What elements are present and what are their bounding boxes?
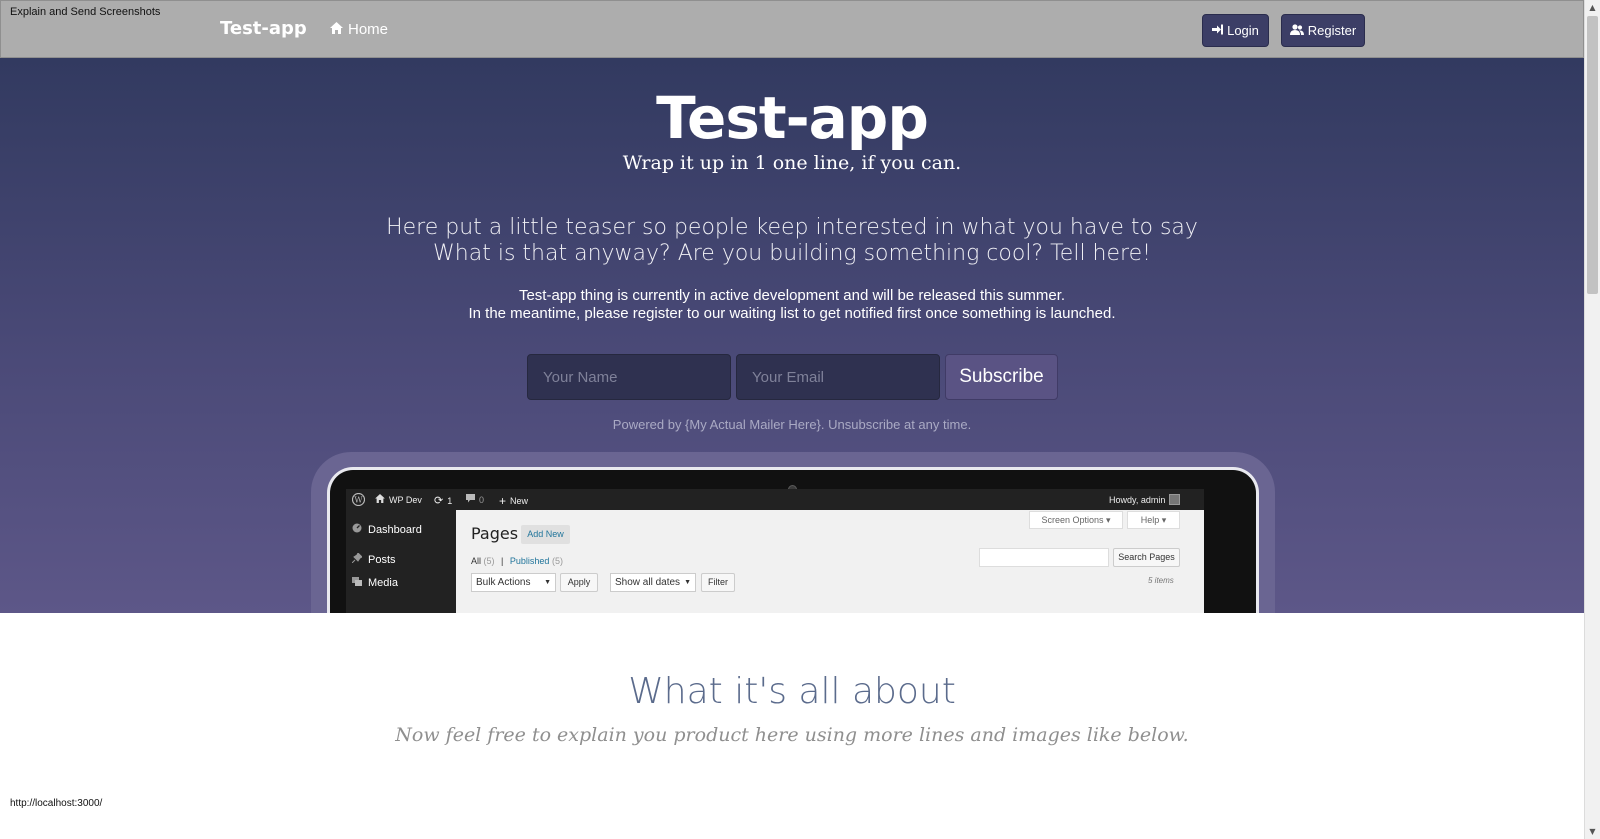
register-label: Register — [1307, 23, 1357, 38]
wp-apply-button: Apply — [560, 573, 598, 592]
wp-items-count: 5 items — [1148, 576, 1174, 585]
caret-down-icon: ▼ — [684, 579, 691, 586]
teaser-line: What is that anyway? Are you building so… — [433, 241, 1151, 266]
top-navbar: Test-app Home Login Register — [0, 0, 1584, 58]
wp-admin-bar: W WP Dev ⟳ 1 0 + New Howdy, admin — [346, 489, 1204, 510]
wp-help: Help ▾ — [1127, 511, 1180, 529]
wp-sidebar-label: Posts — [368, 553, 396, 566]
sign-in-icon — [1212, 23, 1224, 38]
wp-main-area: Pages Add New Screen Options ▾ Help ▾ Al… — [456, 510, 1204, 613]
wp-new: + New — [499, 494, 528, 508]
wp-filters: All (5) | Published (5) — [471, 556, 563, 566]
scroll-up-icon[interactable]: ▲ — [1585, 0, 1600, 15]
home-icon — [375, 494, 385, 505]
nav-home-link[interactable]: Home — [330, 21, 388, 38]
home-icon — [330, 21, 343, 38]
wp-site-name: WP Dev — [389, 494, 422, 505]
wp-date-filter-label: Show all dates — [615, 577, 681, 588]
wp-bulk-actions: Bulk Actions ▼ — [471, 573, 556, 592]
wp-filter-all: All — [471, 556, 482, 566]
wp-howdy: Howdy, admin — [1109, 494, 1181, 505]
wp-updates: ⟳ 1 — [434, 494, 452, 507]
wp-comments: 0 — [466, 494, 484, 505]
about-subtitle: Now feel free to explain you product her… — [395, 724, 1189, 746]
wp-new-label: New — [510, 496, 529, 506]
wp-site-link: WP Dev — [375, 494, 422, 505]
wordpress-logo-icon: W — [352, 493, 365, 506]
wp-sidebar-item-dashboard: Dashboard — [352, 523, 422, 536]
login-button[interactable]: Login — [1202, 14, 1269, 47]
avatar — [1169, 494, 1181, 505]
subscribe-button[interactable]: Subscribe — [945, 354, 1058, 400]
teaser-line: Here put a little teaser so people keep … — [386, 215, 1198, 240]
hero-section: Test-app Wrap it up in 1 one line, if yo… — [0, 58, 1584, 613]
info-line: In the meantime, please register to our … — [468, 305, 1116, 322]
powered-by-text: Powered by {My Actual Mailer Here}. Unsu… — [612, 417, 972, 432]
status-bar-url: http://localhost:3000/ — [10, 798, 103, 809]
users-icon — [1289, 23, 1304, 38]
subscribe-form: Subscribe — [527, 354, 1058, 400]
dashboard-icon — [352, 523, 362, 536]
wp-filter-count: (5) — [483, 556, 495, 566]
info-line: Test-app thing is currently in active de… — [518, 287, 1066, 304]
wp-screen-options: Screen Options ▾ — [1029, 511, 1123, 529]
name-input[interactable] — [527, 354, 731, 400]
scroll-thumb[interactable] — [1587, 16, 1598, 294]
email-input[interactable] — [736, 354, 940, 400]
comment-icon — [466, 494, 475, 505]
wp-help-label: Help — [1140, 515, 1160, 525]
wp-pages-title: Pages — [471, 524, 519, 543]
wp-screen-options-label: Screen Options — [1041, 515, 1104, 525]
wp-sidebar-item-media: Media — [352, 576, 398, 589]
media-icon — [352, 576, 362, 589]
wp-sidebar-item-posts: Posts — [351, 552, 396, 566]
pin-icon — [351, 552, 363, 566]
plus-icon: + — [499, 494, 507, 508]
laptop-screen: W WP Dev ⟳ 1 0 + New Howdy, admin Dashbo… — [346, 489, 1204, 613]
wp-updates-count: 1 — [447, 495, 453, 506]
about-title: What it's all about — [628, 671, 956, 712]
login-label: Login — [1227, 23, 1259, 38]
wp-sidebar: Dashboard Posts Media — [346, 510, 456, 613]
hero-teaser: Here put a little teaser so people keep … — [0, 215, 1584, 267]
hero-info: Test-app thing is currently in active de… — [0, 287, 1584, 323]
wp-filter-published: Published — [509, 556, 550, 566]
wp-filter-button: Filter — [701, 573, 735, 592]
wp-sidebar-label: Dashboard — [368, 523, 422, 536]
window-title: Explain and Send Screenshots — [10, 6, 161, 18]
wp-search-input — [979, 548, 1109, 567]
page-scrollbar[interactable]: ▲ ▼ — [1584, 0, 1600, 839]
wp-howdy-text: Howdy, admin — [1109, 494, 1166, 505]
nav-home-label: Home — [348, 21, 389, 38]
wp-filter-sep: | — [501, 556, 504, 566]
wp-sidebar-label: Media — [368, 576, 398, 589]
refresh-icon: ⟳ — [434, 495, 444, 507]
register-button[interactable]: Register — [1281, 14, 1365, 47]
wp-filter-count: (5) — [551, 556, 563, 566]
wp-date-filter: Show all dates ▼ — [610, 573, 696, 592]
hero-tagline: Wrap it up in 1 one line, if you can. — [622, 152, 962, 174]
scroll-down-icon[interactable]: ▼ — [1585, 824, 1600, 839]
hero-title: Test-app — [656, 84, 929, 152]
navbar-brand[interactable]: Test-app — [220, 18, 307, 39]
caret-down-icon: ▼ — [544, 579, 551, 586]
wp-search-button: Search Pages — [1113, 548, 1180, 567]
laptop-mockup: W WP Dev ⟳ 1 0 + New Howdy, admin Dashbo… — [311, 452, 1275, 613]
wp-add-new-button: Add New — [521, 525, 570, 544]
wp-bulk-actions-label: Bulk Actions — [476, 577, 531, 588]
wp-comments-count: 0 — [479, 494, 485, 505]
svg-text:W: W — [354, 496, 363, 505]
